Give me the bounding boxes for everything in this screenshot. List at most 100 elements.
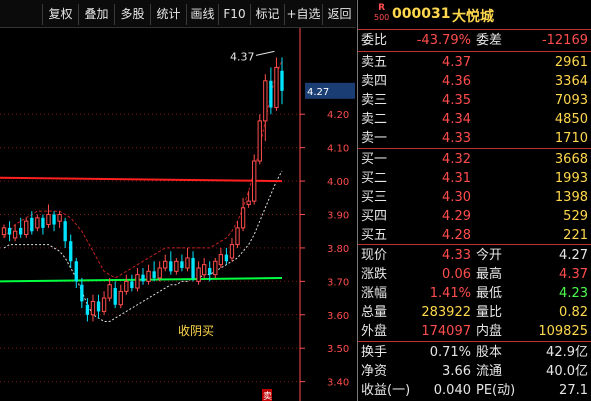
candle-body[interactable] bbox=[269, 80, 273, 108]
buy-row[interactable]: 买一 4.32 3668 bbox=[358, 150, 591, 169]
candle-body[interactable] bbox=[7, 227, 12, 235]
stat-label: 流通 bbox=[476, 364, 503, 379]
order-price: 4.28 bbox=[442, 228, 471, 243]
back-button[interactable]: 返回 bbox=[322, 4, 356, 25]
buy-row[interactable]: 买五 4.28 221 bbox=[358, 226, 591, 245]
kline-chart-area[interactable]: 4.20 4.10 4.00 3.90 3.80 3.70 3.60 3.50 3.40 4.27… bbox=[0, 28, 356, 401]
candle-body[interactable] bbox=[246, 200, 251, 205]
candle-body[interactable] bbox=[30, 217, 34, 232]
stat-row[interactable]: 现价 4.33 今开 4.27 bbox=[358, 246, 591, 265]
candle-body[interactable] bbox=[41, 217, 45, 228]
candle-body[interactable] bbox=[146, 270, 151, 282]
candle-body[interactable] bbox=[57, 214, 62, 222]
candle-body[interactable] bbox=[263, 80, 268, 122]
add-favorite-button[interactable]: +自选 bbox=[284, 4, 322, 25]
stat-row[interactable]: 外盘 174097 内盘 109825 bbox=[358, 322, 591, 341]
sell-row[interactable]: 卖二 4.34 4850 bbox=[358, 110, 591, 129]
candle-body[interactable] bbox=[96, 301, 101, 312]
candle-body[interactable] bbox=[63, 221, 67, 242]
lower-channel-line bbox=[3, 170, 283, 322]
stat-value: 4.33 bbox=[442, 248, 471, 263]
quote-panel: R 500 000031 大悦城 委比 -43.79% 委差 -12169 卖五… bbox=[357, 0, 591, 401]
candle-body[interactable] bbox=[196, 267, 201, 282]
candle-body[interactable] bbox=[90, 300, 96, 316]
extra-row[interactable]: 换手 0.71% 股本 42.9亿 bbox=[358, 343, 591, 362]
candle-body[interactable] bbox=[152, 271, 156, 279]
sell-row[interactable]: 卖四 4.36 3364 bbox=[358, 72, 591, 91]
candle-body[interactable] bbox=[274, 66, 279, 109]
y-axis-label: 3.70 bbox=[327, 277, 349, 288]
order-price: 4.36 bbox=[442, 74, 471, 89]
sell-row[interactable]: 卖五 4.37 2961 bbox=[358, 53, 591, 72]
candle-body[interactable] bbox=[69, 241, 73, 262]
stock-code: 000031 bbox=[392, 6, 451, 22]
candle-body[interactable] bbox=[135, 274, 140, 289]
candle-body[interactable] bbox=[74, 261, 78, 282]
candle-body[interactable] bbox=[185, 257, 190, 269]
candle-body[interactable] bbox=[229, 244, 235, 259]
sell-row[interactable]: 卖一 4.33 1710 bbox=[358, 129, 591, 148]
stat-row[interactable]: 涨幅 1.41% 最低 4.23 bbox=[358, 284, 591, 303]
kline-chart[interactable]: 4.20 4.10 4.00 3.90 3.80 3.70 3.60 3.50 3.40 4.27… bbox=[0, 28, 356, 401]
sell-row[interactable]: 卖三 4.35 7093 bbox=[358, 91, 591, 110]
candle-body[interactable] bbox=[107, 284, 112, 299]
candle-body[interactable] bbox=[24, 220, 29, 236]
extra-row[interactable]: 收益(一) 0.040 PE(动) 27.1 bbox=[358, 381, 591, 400]
candle-body[interactable] bbox=[19, 227, 23, 235]
candle-body[interactable] bbox=[113, 288, 117, 305]
order-price: 4.35 bbox=[442, 93, 471, 108]
candle-body[interactable] bbox=[218, 254, 224, 266]
stat-label: 最高 bbox=[476, 267, 503, 282]
weicha-label: 委差 bbox=[476, 33, 503, 48]
candle-body[interactable] bbox=[169, 261, 173, 272]
buy-row[interactable]: 买四 4.29 529 bbox=[358, 207, 591, 226]
candle-body[interactable] bbox=[85, 304, 90, 315]
candle-body[interactable] bbox=[118, 290, 123, 306]
candle-body[interactable] bbox=[101, 297, 107, 312]
candle-body[interactable] bbox=[257, 120, 262, 162]
mark-button[interactable]: 标记 bbox=[250, 4, 284, 25]
extra-row[interactable]: 净资 3.66 流通 40.0亿 bbox=[358, 362, 591, 381]
sell-marker-glyph: 卖 bbox=[263, 391, 272, 401]
candle-body[interactable] bbox=[163, 260, 168, 269]
candle-body[interactable] bbox=[240, 207, 246, 229]
buy-row[interactable]: 买三 4.30 1398 bbox=[358, 188, 591, 207]
statistics-button[interactable]: 统计 bbox=[150, 4, 186, 25]
stat-label: 换手 bbox=[361, 345, 388, 360]
candle-body[interactable] bbox=[46, 214, 51, 226]
y-axis-label: 4.00 bbox=[327, 177, 349, 188]
candle-body[interactable] bbox=[235, 227, 240, 246]
candle-body[interactable] bbox=[201, 264, 207, 276]
order-volume: 3668 bbox=[554, 152, 588, 167]
candle-body[interactable] bbox=[124, 280, 129, 292]
candle-body[interactable] bbox=[157, 267, 162, 279]
stat-value: 0.06 bbox=[442, 267, 471, 282]
order-price: 4.31 bbox=[442, 171, 471, 186]
multi-stock-button[interactable]: 多股 bbox=[114, 4, 150, 25]
candle-body[interactable] bbox=[224, 254, 229, 262]
candle-body[interactable] bbox=[35, 217, 40, 229]
candle-body[interactable] bbox=[208, 267, 212, 275]
stat-row[interactable]: 总量 283922 量比 0.82 bbox=[358, 303, 591, 322]
overlay-button[interactable]: 叠加 bbox=[78, 4, 114, 25]
stat-label: 涨跌 bbox=[361, 267, 388, 282]
candle-body[interactable] bbox=[280, 70, 284, 91]
weicha-value: -12169 bbox=[541, 33, 588, 48]
buy-row[interactable]: 买二 4.31 1993 bbox=[358, 169, 591, 188]
candle-body[interactable] bbox=[80, 284, 84, 302]
candle-body[interactable] bbox=[1, 227, 7, 236]
f10-button[interactable]: F10 bbox=[218, 4, 250, 25]
candle-body[interactable] bbox=[191, 257, 195, 279]
candle-body[interactable] bbox=[130, 281, 134, 289]
candle-body[interactable] bbox=[52, 214, 56, 225]
fuquan-button[interactable]: 复权 bbox=[42, 4, 78, 25]
candle-body[interactable] bbox=[141, 274, 145, 282]
y-axis-label: 4.10 bbox=[327, 144, 349, 155]
candle-body[interactable] bbox=[12, 230, 18, 239]
candle-body[interactable] bbox=[174, 260, 179, 272]
candle-body[interactable] bbox=[252, 160, 257, 202]
candle-body[interactable] bbox=[180, 261, 184, 268]
candle-body[interactable] bbox=[213, 260, 218, 276]
draw-line-button[interactable]: 画线 bbox=[186, 4, 218, 25]
stat-row[interactable]: 涨跌 0.06 最高 4.37 bbox=[358, 265, 591, 284]
